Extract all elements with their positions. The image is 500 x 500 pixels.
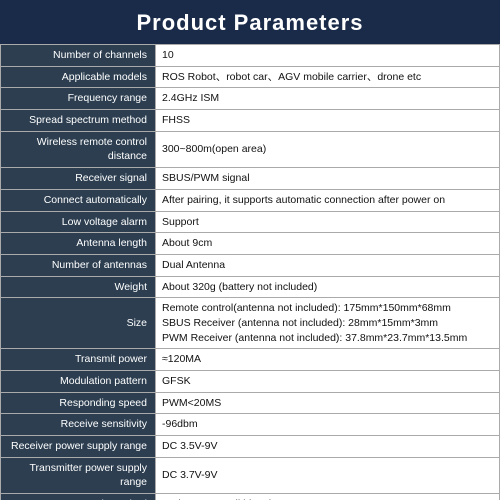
param-label: Receiver signal	[1, 168, 156, 190]
table-row: Antenna lengthAbout 9cm	[1, 233, 500, 255]
param-value: Remote control(antenna not included): 17…	[156, 298, 500, 349]
param-label: Transmit power	[1, 349, 156, 371]
param-value: After pairing, it supports automatic con…	[156, 189, 500, 211]
table-row: Transmitter power supply rangeDC 3.7V-9V	[1, 457, 500, 493]
param-label: Receive sensitivity	[1, 414, 156, 436]
table-row: SizeRemote control(antenna not included)…	[1, 298, 500, 349]
param-value: 10	[156, 45, 500, 67]
param-label: Spread spectrum method	[1, 110, 156, 132]
table-row: Receive sensitivity-96dbm	[1, 414, 500, 436]
param-value: GFSK	[156, 371, 500, 393]
param-label: Number of channels	[1, 45, 156, 67]
page: Product Parameters Number of channels10A…	[0, 0, 500, 500]
param-label: Low voltage alarm	[1, 211, 156, 233]
table-wrap: Number of channels10Applicable modelsROS…	[0, 44, 500, 500]
table-row: Number of antennasDual Antenna	[1, 254, 500, 276]
param-value: ≈120MA	[156, 349, 500, 371]
param-label: Frequency range	[1, 88, 156, 110]
param-value: SBUS/PWM signal	[156, 168, 500, 190]
param-label: Number of antennas	[1, 254, 156, 276]
params-table: Number of channels10Applicable modelsROS…	[0, 44, 500, 500]
table-row: Low voltage alarmSupport	[1, 211, 500, 233]
param-value: -96dbm	[156, 414, 500, 436]
param-value: 2.4GHz ISM	[156, 88, 500, 110]
param-label: Transmitter power supply range	[1, 457, 156, 493]
header: Product Parameters	[0, 0, 500, 44]
table-row: Number of channels10	[1, 45, 500, 67]
param-value: PWM<20MS	[156, 392, 500, 414]
param-value: About 320g (battery not included)	[156, 276, 500, 298]
table-row: Receiver power supply rangeDC 3.5V-9V	[1, 436, 500, 458]
table-row: Wireless remote control distance300~800m…	[1, 131, 500, 167]
table-row: Frequency range2.4GHz ISM	[1, 88, 500, 110]
param-label: Antenna length	[1, 233, 156, 255]
param-value: Dual Antenna	[156, 254, 500, 276]
table-row: Responding speedPWM<20MS	[1, 392, 500, 414]
table-row: Transmit power≈120MA	[1, 349, 500, 371]
table-row: Modulation patternGFSK	[1, 371, 500, 393]
param-value: DC 3.7V-9V	[156, 457, 500, 493]
param-value: Support	[156, 211, 500, 233]
table-row: Spread spectrum methodFHSS	[1, 110, 500, 132]
table-row: Power supply methodAA battery*4 or lithi…	[1, 494, 500, 500]
param-label: Weight	[1, 276, 156, 298]
table-row: WeightAbout 320g (battery not included)	[1, 276, 500, 298]
param-label: Applicable models	[1, 66, 156, 88]
param-label: Size	[1, 298, 156, 349]
param-label: Modulation pattern	[1, 371, 156, 393]
table-row: Applicable modelsROS Robot、robot car、AGV…	[1, 66, 500, 88]
param-label: Receiver power supply range	[1, 436, 156, 458]
param-value: About 9cm	[156, 233, 500, 255]
param-label: Power supply method	[1, 494, 156, 500]
param-value: AA battery*4 or lithium battery	[156, 494, 500, 500]
table-row: Connect automaticallyAfter pairing, it s…	[1, 189, 500, 211]
table-row: Receiver signalSBUS/PWM signal	[1, 168, 500, 190]
param-value: ROS Robot、robot car、AGV mobile carrier、d…	[156, 66, 500, 88]
page-title: Product Parameters	[0, 10, 500, 36]
param-label: Connect automatically	[1, 189, 156, 211]
param-value: DC 3.5V-9V	[156, 436, 500, 458]
param-label: Responding speed	[1, 392, 156, 414]
param-value: FHSS	[156, 110, 500, 132]
param-value: 300~800m(open area)	[156, 131, 500, 167]
param-label: Wireless remote control distance	[1, 131, 156, 167]
